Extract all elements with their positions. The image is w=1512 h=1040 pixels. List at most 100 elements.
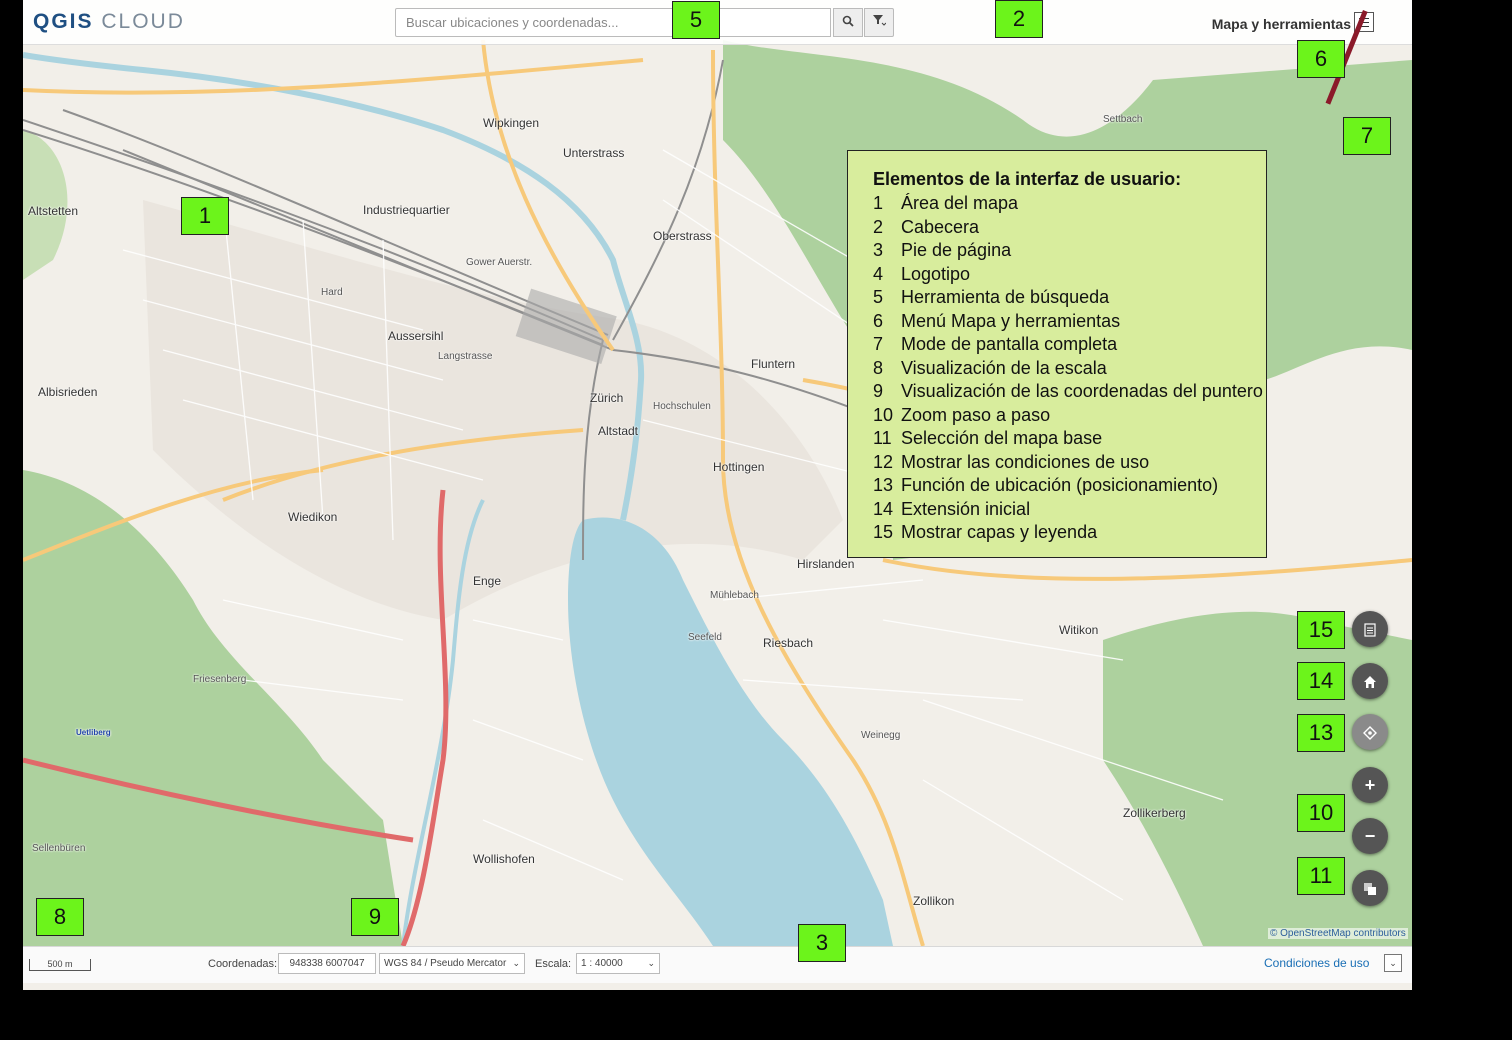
search-button[interactable]	[833, 8, 863, 37]
annotation-label: Zoom paso a paso	[901, 404, 1051, 425]
annotation-legend-item: 2 Cabecera	[873, 216, 1266, 240]
annotation-tag: 11	[1297, 857, 1345, 895]
logo-main: QGIS	[33, 10, 94, 33]
basemap-icon	[1364, 883, 1376, 896]
scale-value: 1 : 40000	[581, 958, 623, 969]
annotation-tag: 8	[36, 898, 84, 936]
annotation-legend-item: 6 Menú Mapa y herramientas	[873, 310, 1266, 334]
chevron-down-icon: ⌄	[512, 958, 520, 968]
layers-button[interactable]	[1352, 611, 1388, 647]
search-tool	[395, 8, 895, 39]
annotation-legend-item: 4 Logotipo	[873, 263, 1266, 287]
annotation-number: 4	[873, 263, 884, 284]
layers-list-icon	[1364, 623, 1376, 637]
annotation-legend-item: 3 Pie de página	[873, 239, 1266, 263]
locate-button[interactable]	[1352, 714, 1388, 750]
footer: 500 m Coordenadas: 948338 6007047 WGS 84…	[23, 946, 1412, 983]
menu-label[interactable]: Mapa y herramientas	[1212, 16, 1351, 32]
annotation-number: 5	[873, 287, 884, 307]
annotation-tag: 3	[798, 924, 846, 962]
place-label: Langstrasse	[438, 351, 493, 362]
place-label: Wiedikon	[288, 510, 338, 524]
place-label: Wollishofen	[473, 852, 535, 866]
annotation-tag: 6	[1297, 40, 1345, 78]
annotation-tag: 15	[1297, 611, 1345, 649]
annotation-legend-item: 10 Zoom paso a paso	[873, 404, 1266, 428]
annotation-label: Extensión inicial	[901, 498, 1031, 519]
coordinates-label: Coordenadas:	[208, 958, 278, 970]
scale-select[interactable]: 1 : 40000 ⌄	[576, 953, 660, 974]
home-button[interactable]	[1352, 663, 1388, 699]
place-label: Industriequartier	[363, 203, 450, 217]
place-label: Weinegg	[861, 730, 901, 741]
annotation-tag: 7	[1343, 117, 1391, 155]
annotation-label: Cabecera	[901, 216, 980, 237]
zoom-out-button[interactable]: −	[1352, 818, 1388, 854]
search-filter-button[interactable]	[864, 8, 894, 37]
place-label: Zollikerberg	[1123, 806, 1186, 820]
attribution[interactable]: © OpenStreetMap contributors	[1268, 928, 1408, 939]
place-label: Zürich	[590, 391, 624, 405]
annotation-legend-list: 1 Área del mapa 2 Cabecera 3 Pie de página 4 Lo…	[873, 192, 1266, 545]
scale-bar: 500 m	[29, 959, 91, 971]
place-label: Hochschulen	[653, 401, 711, 412]
annotation-label: Visualización de la escala	[901, 357, 1107, 378]
annotation-number: 9	[873, 381, 884, 401]
annotation-label: Menú Mapa y herramientas	[901, 310, 1121, 331]
annotation-number: 10	[873, 404, 894, 425]
annotation-label: Pie de página	[901, 240, 1012, 260]
annotation-tag: 5	[672, 1, 720, 39]
annotation-number: 13	[873, 475, 894, 495]
annotation-number: 11	[873, 428, 892, 448]
place-label: Wipkingen	[483, 116, 540, 130]
annotation-legend-title: Elementos de la interfaz de usuario:	[873, 169, 1182, 189]
place-label: Seefeld	[688, 632, 722, 643]
basemap-button[interactable]	[1352, 870, 1388, 906]
place-label: Altstetten	[28, 204, 79, 218]
chevron-down-icon: ⌄	[647, 958, 655, 968]
locate-icon	[1363, 726, 1377, 741]
zoom-in-button[interactable]: +	[1352, 767, 1388, 803]
annotation-tag: 2	[995, 0, 1043, 38]
place-label: Hard	[321, 287, 343, 298]
place-label: Altstadt	[598, 424, 639, 438]
annotation-label: Selección del mapa base	[901, 428, 1103, 448]
place-label: Oberstrass	[653, 229, 712, 243]
terms-toggle-button[interactable]: ⌄	[1384, 954, 1402, 972]
place-label: Witikon	[1059, 623, 1099, 637]
place-label: Gower Auerstr.	[466, 257, 533, 268]
chevron-down-icon: ⌄	[1389, 958, 1397, 968]
annotation-legend: Elementos de la interfaz de usuario: 1 Ár…	[847, 150, 1267, 558]
annotation-legend-item: 13 Función de ubicación (posicionamiento)	[873, 474, 1266, 498]
annotation-number: 6	[873, 310, 884, 331]
scale-label: Escala:	[535, 958, 572, 970]
annotation-legend-item: 11 Selección del mapa base	[873, 427, 1266, 451]
terms-link[interactable]: Condiciones de uso	[1264, 956, 1369, 970]
annotation-legend-item: 9 Visualización de las coordenadas del pu…	[873, 380, 1266, 404]
crs-select[interactable]: WGS 84 / Pseudo Mercator ⌄	[379, 953, 525, 974]
annotation-number: 8	[873, 357, 884, 378]
place-label: Albisrieden	[38, 385, 98, 399]
search-icon	[842, 15, 854, 27]
filter-icon	[873, 15, 887, 26]
annotation-label: Mostrar las condiciones de uso	[901, 451, 1150, 472]
annotation-label: Herramienta de búsqueda	[901, 287, 1110, 307]
place-label: Aussersihl	[388, 329, 444, 343]
place-label: Zollikon	[913, 894, 955, 908]
annotation-number: 3	[873, 240, 884, 260]
coordinates-field[interactable]: 948338 6007047	[278, 953, 376, 974]
place-label: Hottingen	[713, 460, 765, 474]
annotation-tag: 13	[1297, 714, 1345, 752]
annotation-label: Mode de pantalla completa	[901, 334, 1118, 354]
place-label: Unterstrass	[563, 146, 625, 160]
annotation-legend-item: 12 Mostrar las condiciones de uso	[873, 451, 1266, 475]
annotation-number: 7	[873, 334, 884, 354]
place-label: Settbach	[1103, 114, 1143, 125]
annotation-label: Mostrar capas y leyenda	[901, 522, 1098, 542]
annotation-label: Visualización de las coordenadas del pun…	[901, 381, 1263, 401]
logo[interactable]: QGIS CLOUD	[33, 10, 185, 34]
place-label: Mühlebach	[710, 590, 759, 601]
search-input[interactable]	[395, 8, 831, 37]
place-label: Hirslanden	[797, 557, 855, 571]
annotation-number: 14	[873, 498, 894, 519]
